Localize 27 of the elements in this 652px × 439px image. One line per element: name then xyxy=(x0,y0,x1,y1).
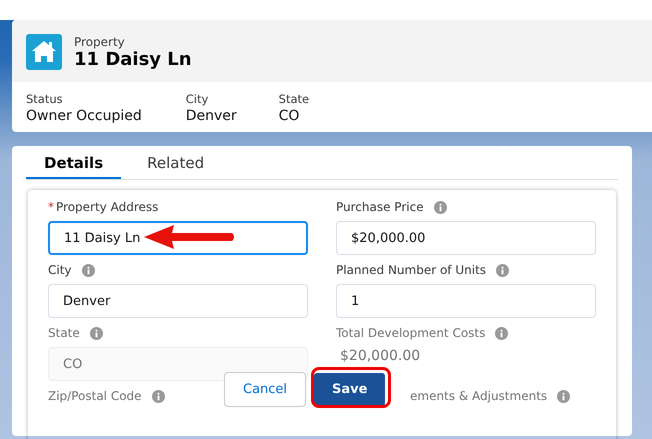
save-button[interactable]: Save xyxy=(314,373,386,406)
house-icon xyxy=(26,34,62,70)
field-label: State xyxy=(48,326,80,340)
field-label: Zip/Postal Code xyxy=(48,389,142,403)
input-field[interactable]: 11 Daisy Ln xyxy=(48,221,308,255)
field-value: CO xyxy=(278,108,300,124)
field-label: Status xyxy=(26,92,64,106)
field-label: Total Development Costs xyxy=(336,326,486,340)
field-value: Denver xyxy=(186,108,237,124)
field-label: City xyxy=(48,263,72,277)
input-field[interactable]: Denver xyxy=(48,284,308,318)
field-label: City xyxy=(186,92,210,106)
input-field[interactable]: $20,000.00 xyxy=(336,221,596,255)
object-type: Property xyxy=(74,34,126,48)
field-label: ements & Adjustments xyxy=(410,389,548,403)
field-value: $20,000.00 xyxy=(339,347,422,366)
field-label: Purchase Price xyxy=(336,200,424,214)
field-value: Owner Occupied xyxy=(26,108,142,124)
record-title: 11 Daisy Ln xyxy=(74,48,192,70)
tab[interactable]: Details xyxy=(26,150,122,179)
field-label: Planned Number of Units xyxy=(336,263,486,277)
required-asterisk: * xyxy=(48,200,54,214)
field-label: State xyxy=(278,92,310,106)
field-label: Property Address xyxy=(56,200,158,214)
tab[interactable]: Related xyxy=(129,150,222,179)
input-field[interactable]: 1 xyxy=(336,284,596,318)
cancel-button[interactable]: Cancel xyxy=(224,372,306,407)
